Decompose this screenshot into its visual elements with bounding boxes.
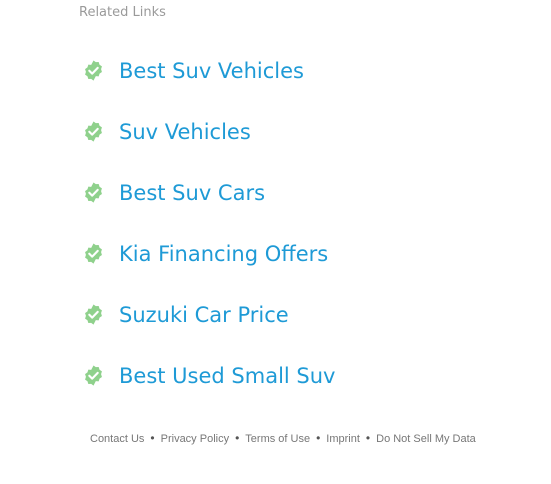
related-link-item[interactable]: Best Suv Vehicles xyxy=(82,40,335,101)
related-link-item[interactable]: Suv Vehicles xyxy=(82,101,335,162)
verified-badge-icon xyxy=(82,59,105,82)
related-links-list: Best Suv Vehicles Suv Vehicles Best Suv … xyxy=(82,40,335,406)
verified-badge-icon xyxy=(82,364,105,387)
footer-separator: • xyxy=(365,431,371,445)
verified-badge-icon xyxy=(82,120,105,143)
verified-badge-icon xyxy=(82,242,105,265)
related-link-best-suv-vehicles[interactable]: Best Suv Vehicles xyxy=(119,59,304,83)
related-link-best-suv-cars[interactable]: Best Suv Cars xyxy=(119,181,265,205)
footer-link-terms-of-use[interactable]: Terms of Use xyxy=(245,433,310,445)
verified-badge-icon xyxy=(82,303,105,326)
related-links-heading: Related Links xyxy=(79,5,166,20)
related-link-suzuki-car-price[interactable]: Suzuki Car Price xyxy=(119,303,289,327)
footer-link-do-not-sell-my-data[interactable]: Do Not Sell My Data xyxy=(376,433,476,445)
related-link-suv-vehicles[interactable]: Suv Vehicles xyxy=(119,120,251,144)
verified-badge-icon xyxy=(82,181,105,204)
related-link-item[interactable]: Best Used Small Suv xyxy=(82,345,335,406)
related-link-item[interactable]: Best Suv Cars xyxy=(82,162,335,223)
footer-links: Contact Us • Privacy Policy • Terms of U… xyxy=(90,431,476,446)
footer-separator: • xyxy=(150,431,155,445)
footer-separator: • xyxy=(235,431,240,445)
related-link-kia-financing-offers[interactable]: Kia Financing Offers xyxy=(119,242,328,266)
footer-link-contact-us[interactable]: Contact Us xyxy=(90,433,144,445)
footer-separator: • xyxy=(316,431,321,445)
related-link-item[interactable]: Suzuki Car Price xyxy=(82,284,335,345)
related-link-best-used-small-suv[interactable]: Best Used Small Suv xyxy=(119,364,335,388)
footer-link-privacy-policy[interactable]: Privacy Policy xyxy=(161,433,229,445)
related-link-item[interactable]: Kia Financing Offers xyxy=(82,223,335,284)
footer-link-imprint[interactable]: Imprint xyxy=(326,433,360,445)
